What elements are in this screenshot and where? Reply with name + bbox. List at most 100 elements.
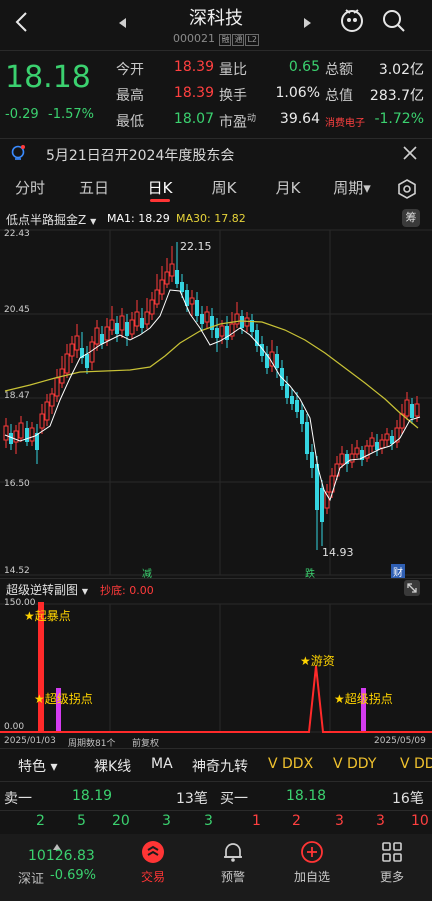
annotation-hot-money: ★游资 [300, 654, 335, 668]
dropdown-arrow-icon: ▼ [90, 217, 97, 226]
add-watchlist-icon[interactable] [300, 840, 324, 868]
sell-queue-item: 5 [77, 813, 86, 829]
divider [0, 138, 432, 139]
label-turnover: 总额 [325, 62, 353, 78]
nav-add-watchlist[interactable]: 加自选 [282, 868, 342, 885]
next-stock-icon[interactable] [302, 14, 312, 33]
label-volume-ratio: 量比 [219, 62, 247, 78]
divider [0, 781, 432, 782]
price-change-pct: -1.57% [48, 107, 94, 122]
ma-button[interactable]: MA [151, 756, 173, 772]
label-market-cap: 总值 [325, 88, 353, 104]
tab-five-day[interactable]: 五日 [64, 177, 124, 198]
sell-queue-item: 20 [112, 813, 130, 829]
sell-queue-item: 3 [162, 813, 171, 829]
value-turnover: 3.02亿 [378, 62, 424, 78]
buy-queue-item: 1 [252, 813, 261, 829]
value-low: 18.07 [173, 111, 214, 127]
label-low: 最低 [116, 114, 144, 130]
label-open: 今开 [116, 62, 144, 78]
pe-text: 市盈 [219, 114, 247, 131]
subchart-selector[interactable]: 超级逆转副图 ▼ [6, 581, 88, 598]
buy-queue-item: 10 [411, 813, 429, 829]
tab-intraday[interactable]: 分时 [0, 177, 60, 198]
assistant-icon[interactable] [338, 6, 366, 38]
sector-link[interactable]: 消费电子 [325, 114, 365, 129]
label-high: 最高 [116, 88, 144, 104]
ddx-button[interactable]: V DDX [268, 756, 313, 772]
value-open: 18.39 [173, 59, 214, 75]
dropdown-arrow-icon: ▼ [81, 587, 88, 596]
tab-daily-k[interactable]: 日K [130, 177, 190, 198]
indicator-buttons: 特色 ▾ 裸K线 MA 神奇九转 V DDX V DDY V DD [0, 756, 432, 776]
pe-sup: 动 [247, 114, 257, 124]
value-turnover-rate: 1.06% [275, 85, 320, 101]
sub-axis-min: 0.00 [4, 722, 25, 732]
magic-nine-button[interactable]: 神奇九转 [192, 756, 248, 776]
annotation-turning-1: ★超级拐点 [34, 692, 93, 706]
kline-chart[interactable] [0, 228, 432, 580]
sell-queue-item: 3 [204, 813, 213, 829]
subchart-name: 超级逆转副图 [6, 583, 79, 597]
feature-dropdown[interactable]: 特色 ▾ [18, 756, 57, 776]
nav-trade[interactable]: 交易 [123, 868, 183, 885]
tab-period[interactable]: 周期▾ [322, 177, 382, 198]
tab-monthly-k[interactable]: 月K [258, 177, 318, 198]
indicator-selector[interactable]: 低点半路掘金Z ▼ [6, 211, 96, 228]
low-price-label: 14.93 [322, 546, 354, 559]
nav-more[interactable]: 更多 [362, 868, 422, 885]
value-market-cap: 283.7亿 [369, 88, 424, 104]
more-icon[interactable] [380, 840, 404, 868]
expand-icon[interactable] [404, 580, 420, 596]
trade-icon[interactable] [141, 840, 165, 868]
label-pe: 市盈动 [219, 111, 256, 132]
naked-k-button[interactable]: 裸K线 [94, 756, 131, 776]
buy-queue-item: 2 [292, 813, 301, 829]
high-price-label: 22.15 [180, 240, 212, 253]
nav-alert[interactable]: 预警 [203, 868, 263, 885]
annotation-breakout: ★起暴点 [24, 609, 71, 623]
date-end: 2025/05/09 [374, 736, 426, 746]
index-value[interactable]: 10126.83 [28, 848, 95, 864]
notice-text: 5月21日召开2024年度股东会 [46, 148, 235, 164]
index-change: -0.69% [50, 868, 96, 883]
value-pe: 39.64 [279, 111, 320, 127]
notice-bar[interactable]: 5月21日召开2024年度股东会 [0, 140, 432, 168]
divider [0, 578, 432, 579]
dd-button[interactable]: V DD [400, 756, 432, 772]
divider [0, 748, 432, 749]
axis-label-low: 14.52 [4, 566, 30, 576]
settings-icon[interactable] [396, 178, 418, 204]
chip-button[interactable]: 筹 [402, 209, 420, 227]
buy-queue-item: 3 [376, 813, 385, 829]
last-price: 18.18 [5, 60, 91, 95]
search-icon[interactable] [381, 8, 407, 38]
divider [0, 810, 432, 811]
buy-queue-item: 3 [335, 813, 344, 829]
sell-one-label: 卖一 [4, 791, 32, 807]
value-sector-change: -1.72% [374, 111, 424, 127]
tag-rong: 融 [219, 34, 232, 46]
bell-icon[interactable] [221, 840, 245, 868]
candlesticks [3, 242, 420, 550]
buy-one-price: 18.18 [286, 788, 327, 804]
lightbulb-icon [10, 144, 26, 168]
tag-l2: L2 [245, 34, 260, 46]
marker-finance[interactable]: 财 [391, 564, 405, 579]
index-name: 深证 [18, 872, 45, 887]
ma30-label: MA30: 17.82 [176, 212, 246, 225]
code-text: 000021 [172, 32, 215, 45]
stock-name: 深科技 [189, 8, 243, 29]
axis-label-2: 20.45 [4, 305, 30, 315]
date-start: 2025/01/03 [4, 736, 56, 746]
label-turnover-rate: 换手 [219, 88, 247, 104]
close-icon[interactable] [402, 145, 418, 165]
tab-weekly-k[interactable]: 周K [194, 177, 254, 198]
ma1-label: MA1: 18.29 [107, 212, 170, 225]
sell-one-price: 18.19 [72, 788, 113, 804]
top-header: 深科技 000021 融通 L2 [0, 0, 432, 50]
tag-tong: 通 [232, 34, 245, 46]
active-tab-indicator [150, 199, 170, 202]
ddy-button[interactable]: V DDY [333, 756, 376, 772]
sell-one-volume: 13笔 [176, 791, 208, 807]
